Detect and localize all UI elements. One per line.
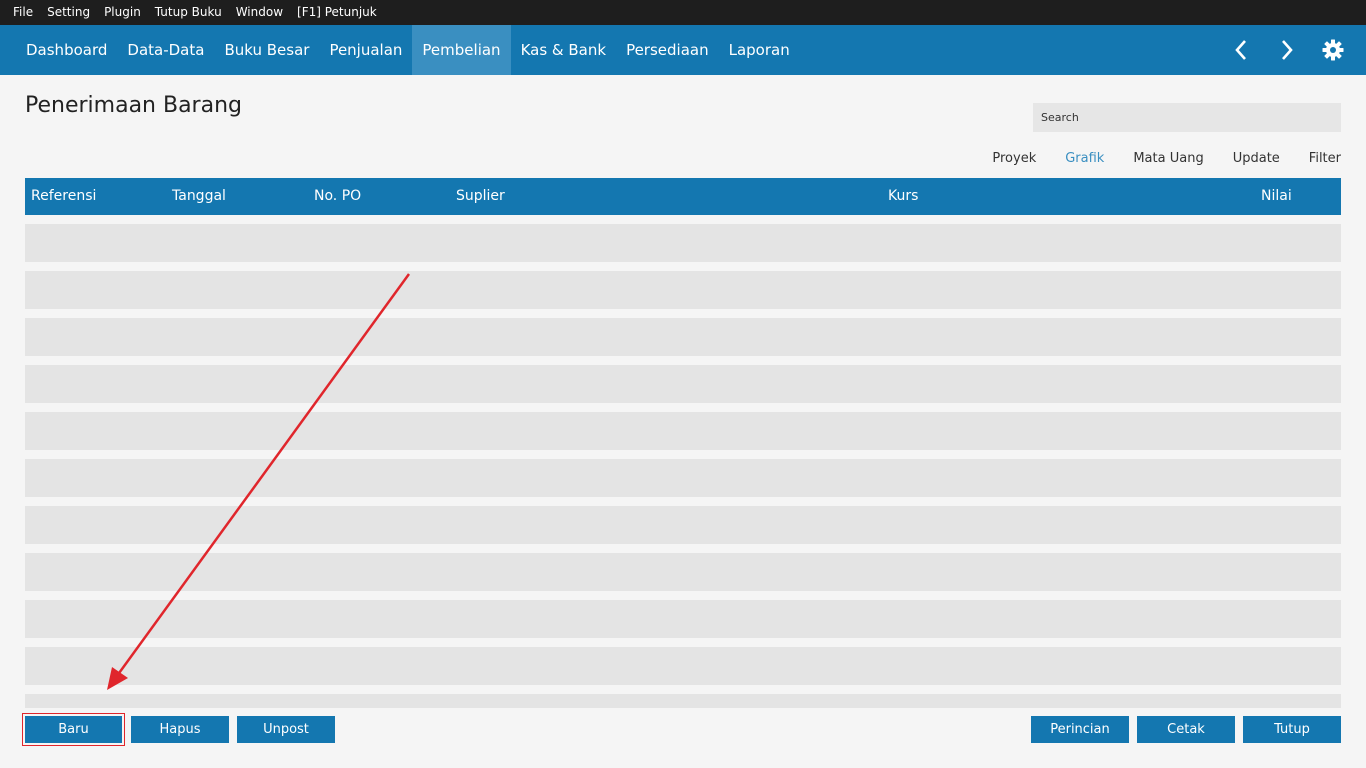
nav-pembelian[interactable]: Pembelian <box>412 25 511 75</box>
baru-button[interactable]: Baru <box>25 716 122 743</box>
chevron-left-icon[interactable] <box>1230 39 1252 61</box>
menu-tutup-buku[interactable]: Tutup Buku <box>148 0 229 25</box>
column-no-po[interactable]: No. PO <box>314 178 361 215</box>
table-body <box>25 224 1341 708</box>
table-row[interactable] <box>25 412 1341 450</box>
table-header: Referensi Tanggal No. PO Suplier Kurs Ni… <box>25 178 1341 215</box>
gear-icon[interactable] <box>1322 39 1344 61</box>
table-row[interactable] <box>25 224 1341 262</box>
table-row[interactable] <box>25 647 1341 685</box>
menu-bar: File Setting Plugin Tutup Buku Window [F… <box>0 0 1366 25</box>
filter-filter[interactable]: Filter <box>1309 151 1341 166</box>
menu-file[interactable]: File <box>6 0 40 25</box>
table-row[interactable] <box>25 365 1341 403</box>
chevron-right-icon[interactable] <box>1276 39 1298 61</box>
table-row[interactable] <box>25 506 1341 544</box>
search-input[interactable] <box>1033 103 1341 132</box>
nav-dashboard[interactable]: Dashboard <box>16 25 117 75</box>
nav-kas-bank[interactable]: Kas & Bank <box>511 25 617 75</box>
table-row[interactable] <box>25 318 1341 356</box>
page-title: Penerimaan Barang <box>25 93 242 118</box>
table-row[interactable] <box>25 459 1341 497</box>
filter-toolbar: Proyek Grafik Mata Uang Update Filter <box>992 151 1341 166</box>
cetak-button[interactable]: Cetak <box>1137 716 1235 743</box>
menu-plugin[interactable]: Plugin <box>97 0 148 25</box>
column-nilai[interactable]: Nilai <box>1261 178 1292 215</box>
column-tanggal[interactable]: Tanggal <box>172 178 226 215</box>
table-row[interactable] <box>25 694 1341 708</box>
main-nav: Dashboard Data-Data Buku Besar Penjualan… <box>0 25 1366 75</box>
filter-update[interactable]: Update <box>1233 151 1280 166</box>
filter-mata-uang[interactable]: Mata Uang <box>1133 151 1203 166</box>
column-kurs[interactable]: Kurs <box>888 178 918 215</box>
perincian-button[interactable]: Perincian <box>1031 716 1129 743</box>
nav-buku-besar[interactable]: Buku Besar <box>214 25 319 75</box>
nav-penjualan[interactable]: Penjualan <box>319 25 412 75</box>
table-row[interactable] <box>25 600 1341 638</box>
nav-actions <box>1230 25 1344 75</box>
column-referensi[interactable]: Referensi <box>31 178 96 215</box>
filter-proyek[interactable]: Proyek <box>992 151 1036 166</box>
menu-setting[interactable]: Setting <box>40 0 97 25</box>
nav-data-data[interactable]: Data-Data <box>117 25 214 75</box>
table-row[interactable] <box>25 553 1341 591</box>
nav-laporan[interactable]: Laporan <box>719 25 800 75</box>
filter-grafik[interactable]: Grafik <box>1065 151 1104 166</box>
hapus-button[interactable]: Hapus <box>131 716 229 743</box>
unpost-button[interactable]: Unpost <box>237 716 335 743</box>
tutup-button[interactable]: Tutup <box>1243 716 1341 743</box>
nav-persediaan[interactable]: Persediaan <box>616 25 719 75</box>
column-suplier[interactable]: Suplier <box>456 178 505 215</box>
menu-window[interactable]: Window <box>229 0 290 25</box>
table-row[interactable] <box>25 271 1341 309</box>
menu-help[interactable]: [F1] Petunjuk <box>290 0 384 25</box>
